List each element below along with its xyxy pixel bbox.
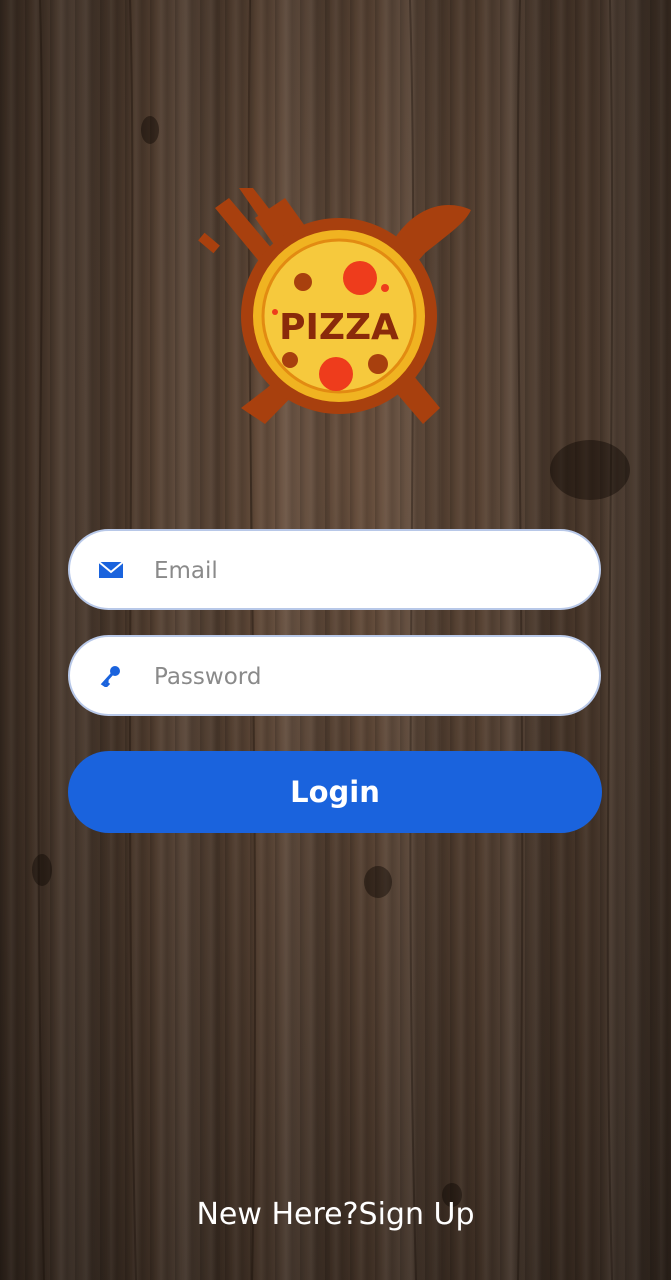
sign-up-link[interactable]: Sign Up (359, 1197, 475, 1232)
login-button[interactable]: Login (68, 751, 602, 833)
new-here-text: New Here? (196, 1197, 359, 1232)
password-field[interactable] (68, 635, 601, 716)
email-field[interactable] (68, 529, 601, 610)
signup-prompt: New Here?Sign Up (0, 1197, 671, 1232)
envelope-icon (98, 561, 124, 578)
password-input[interactable] (152, 637, 576, 716)
logo-text: PIZZA (279, 307, 399, 348)
key-icon (100, 666, 120, 687)
pizza-logo: PIZZA (198, 188, 471, 424)
email-input[interactable] (152, 531, 576, 610)
